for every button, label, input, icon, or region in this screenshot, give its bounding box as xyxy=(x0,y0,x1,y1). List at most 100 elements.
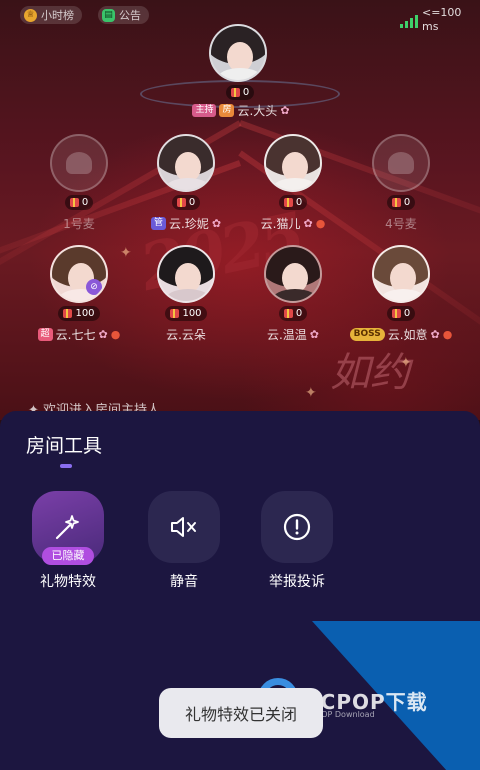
host-seat[interactable]: 0 xyxy=(209,24,271,101)
mic-seat-1[interactable]: 0 1号麦 xyxy=(34,134,124,232)
gift-effects-tool[interactable]: 已隐藏 礼物特效 xyxy=(31,491,105,591)
host-name: 云.大头 xyxy=(237,104,278,118)
seat-avatar[interactable] xyxy=(372,245,430,303)
room-owner-tag: 房 xyxy=(219,104,235,117)
flower-icon: ✿ xyxy=(211,217,222,230)
host-avatar[interactable] xyxy=(209,24,267,82)
tool-label: 举报投诉 xyxy=(269,574,325,590)
mic-seat-7[interactable]: 0 云.温温 ✿ xyxy=(248,245,338,343)
background-script-text: 如约 xyxy=(330,350,410,396)
seat-gift-count: 100 xyxy=(165,306,207,321)
seat-icon xyxy=(66,152,92,174)
host-tag: 主持 xyxy=(192,104,217,117)
flower-icon: ✿ xyxy=(430,328,440,341)
signal-icon xyxy=(400,14,418,28)
tab-indicator xyxy=(60,464,72,468)
report-tool[interactable]: 举报投诉 xyxy=(260,491,334,591)
balloon-icon: ● xyxy=(110,328,121,341)
seat-name: 云.七七 xyxy=(55,328,96,342)
hourly-rank-button[interactable]: ♕ 小时榜 xyxy=(20,6,82,24)
toast-message: 礼物特效已关闭 xyxy=(159,688,323,738)
seat-avatar[interactable] xyxy=(264,245,322,303)
seat-name: 云.温温 xyxy=(266,328,307,342)
gift-icon xyxy=(69,198,79,207)
vip-tag: 超 xyxy=(37,328,53,341)
hidden-badge: 已隐藏 xyxy=(42,547,94,565)
network-latency: <=100ms xyxy=(422,6,462,33)
seat-count-value: 0 xyxy=(403,197,411,208)
gift-icon xyxy=(230,88,240,97)
report-button[interactable] xyxy=(261,491,333,563)
seat-gift-count: 0 xyxy=(386,306,416,321)
host-count-value: 0 xyxy=(242,87,250,98)
seat-avatar[interactable] xyxy=(157,245,215,303)
seat-gift-count: 0 xyxy=(64,195,94,210)
mic-seat-5[interactable]: ⊘ 100 超 云.七七 ✿ ● xyxy=(34,245,124,343)
empty-seat-avatar[interactable] xyxy=(50,134,108,192)
seat-count-value: 100 xyxy=(182,308,202,319)
seat-gift-count: 0 xyxy=(171,195,201,210)
empty-seat-avatar[interactable] xyxy=(372,134,430,192)
seat-gift-count: 0 xyxy=(278,306,308,321)
trophy-icon: ♕ xyxy=(24,8,37,22)
gift-icon xyxy=(283,198,293,207)
flower-icon: ✿ xyxy=(98,328,108,341)
flower-icon: ✿ xyxy=(280,104,290,117)
mic-muted-icon: ⊘ xyxy=(86,279,102,295)
magic-wand-icon xyxy=(55,515,79,540)
seat-name-row: 云.猫儿 ✿ ● xyxy=(248,215,338,232)
seat-name-row: 4号麦 xyxy=(356,215,446,232)
seat-count-value: 0 xyxy=(188,197,196,208)
seat-name: 云.猫儿 xyxy=(260,217,301,231)
host-gift-count: 0 xyxy=(225,85,255,100)
boss-tag: BOSS xyxy=(349,328,385,341)
seat-name-row: 云.温温 ✿ xyxy=(248,326,338,343)
seat-avatar[interactable] xyxy=(264,134,322,192)
seat-avatar[interactable] xyxy=(157,134,215,192)
seat-name: 云.如意 xyxy=(387,328,428,342)
speaker-mute-icon xyxy=(171,517,196,537)
sheet-title: 房间工具 xyxy=(26,435,103,457)
admin-tag: 管 xyxy=(150,217,166,230)
mic-seat-8[interactable]: 0 BOSS 云.如意 ✿ ● xyxy=(349,245,452,343)
seat-name-row: 管 云.珍妮 ✿ xyxy=(141,215,231,232)
seat-gift-count: 0 xyxy=(386,195,416,210)
seat-name: 云.珍妮 xyxy=(168,217,209,231)
flower-icon: ✿ xyxy=(309,328,320,341)
seat-count-value: 100 xyxy=(75,308,95,319)
mic-seat-6[interactable]: 100 云.云朵 xyxy=(141,245,231,343)
tool-label: 礼物特效 xyxy=(40,574,96,590)
gift-icon xyxy=(391,309,401,318)
host-name-row: 主持 房 云.大头 ✿ xyxy=(186,102,296,119)
gift-icon xyxy=(63,309,73,318)
balloon-icon: ● xyxy=(315,217,326,230)
mic-seat-3[interactable]: 0 云.猫儿 ✿ ● xyxy=(248,134,338,232)
notice-button[interactable]: ▤ 公告 xyxy=(98,6,149,24)
flower-icon: ✿ xyxy=(303,217,313,230)
mute-button[interactable] xyxy=(148,491,220,563)
network-status: <=100ms xyxy=(400,6,470,34)
mic-seat-4[interactable]: 0 4号麦 xyxy=(356,134,446,232)
seat-count-value: 0 xyxy=(295,197,303,208)
gift-icon xyxy=(283,309,293,318)
gift-icon xyxy=(170,309,180,318)
top-bar: ♕ 小时榜 ▤ 公告 <=100ms xyxy=(20,6,470,33)
notice-label: 公告 xyxy=(119,9,141,22)
seat-name-row: 云.云朵 xyxy=(141,326,231,343)
gift-effects-button[interactable]: 已隐藏 xyxy=(32,491,104,565)
seat-icon xyxy=(388,152,414,174)
seat-name: 4号麦 xyxy=(385,217,417,231)
seat-gift-count: 0 xyxy=(278,195,308,210)
seat-avatar[interactable]: ⊘ xyxy=(50,245,108,303)
seat-name-row: BOSS 云.如意 ✿ ● xyxy=(349,326,452,343)
tool-label: 静音 xyxy=(170,574,198,590)
seat-count-value: 0 xyxy=(81,197,89,208)
notice-icon: ▤ xyxy=(102,8,115,22)
seat-count-value: 0 xyxy=(295,308,303,319)
mic-seat-2[interactable]: 0 管 云.珍妮 ✿ xyxy=(141,134,231,232)
mute-tool[interactable]: 静音 xyxy=(147,491,221,591)
hourly-rank-label: 小时榜 xyxy=(41,9,74,22)
gift-icon xyxy=(391,198,401,207)
warning-circle-icon xyxy=(283,513,311,541)
seat-gift-count: 100 xyxy=(58,306,100,321)
